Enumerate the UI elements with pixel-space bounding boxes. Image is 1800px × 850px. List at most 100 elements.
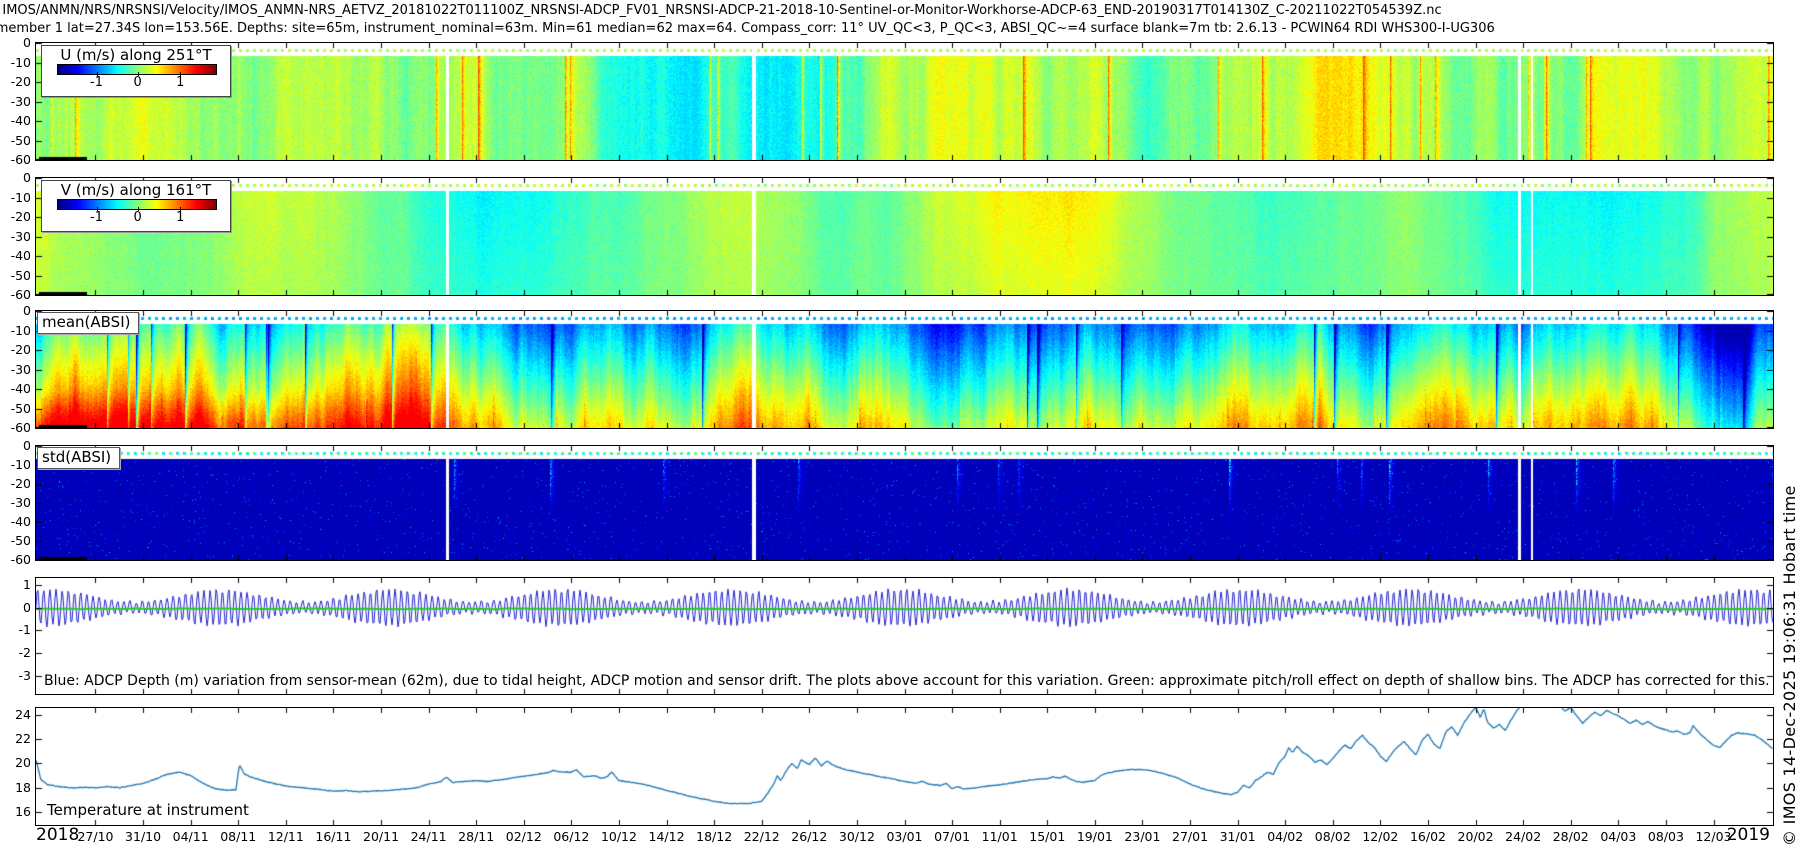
y-tick-label: 24 [15, 706, 31, 722]
x-tick-label: 31/10 [125, 829, 162, 844]
y-tick-label: -20 [10, 74, 31, 89]
y-tick-label: -30 [10, 495, 31, 510]
y-tick-label: -50 [10, 267, 31, 283]
y-tick-label: -10 [10, 189, 31, 205]
y-tick-label: 0 [23, 438, 31, 453]
x-tick-label: 23/01 [1124, 829, 1161, 844]
y-tick-label: 1 [23, 576, 31, 592]
y-tick-label: -40 [10, 113, 31, 128]
x-tick-label: 30/12 [838, 829, 875, 844]
x-tick-label: 20/11 [363, 829, 400, 844]
y-tick-label: -1 [18, 622, 31, 638]
y-tick-label: 18 [15, 779, 31, 795]
x-tick-label: 28/11 [458, 829, 495, 844]
y-tick-label: 0 [23, 599, 31, 615]
y-tick-label: -3 [18, 667, 31, 683]
y-tick-label: 0 [23, 303, 31, 318]
x-tick-label: 12/11 [267, 829, 304, 844]
panel-u-velocity: U (m/s) along 251°T -1 0 1 [35, 42, 1774, 161]
x-tick-label: 02/12 [505, 829, 542, 844]
colorbar-tick-label: -1 [90, 75, 103, 90]
y-tick-label: -30 [10, 228, 31, 244]
temperature-label: Temperature at instrument [47, 801, 249, 819]
y-tick-label: -40 [10, 514, 31, 529]
mean-absi-label: mean(ABSI) [37, 312, 140, 334]
y-tick-label: 20 [15, 755, 31, 771]
std-absi-label: std(ABSI) [37, 447, 121, 469]
x-tick-label: 04/11 [172, 829, 209, 844]
y-tick-label: -60 [10, 152, 31, 167]
x-axis-year-start: 2018 [36, 825, 80, 845]
adcp-deployment-figure: IMOS/ANMN/NRS/NRSNSI/Velocity/IMOS_ANMN-… [0, 0, 1800, 850]
y-tick-label: -60 [10, 287, 31, 302]
x-tick-label: 11/01 [981, 829, 1018, 844]
x-tick-label: 22/12 [743, 829, 780, 844]
y-tick-label: -10 [10, 54, 31, 70]
y-tick-label: -50 [10, 533, 31, 548]
y-tick-label: 0 [23, 35, 31, 50]
x-tick-label: 08/11 [220, 829, 257, 844]
x-tick-label: 24/11 [410, 829, 447, 844]
y-tick-label: -2 [18, 645, 31, 661]
x-tick-label: 16/02 [1409, 829, 1446, 844]
panel-depth-variation: Blue: ADCP Depth (m) variation from sens… [35, 577, 1774, 695]
depth-variation-note: Blue: ADCP Depth (m) variation from sens… [44, 673, 1770, 689]
y-tick-label: -40 [10, 248, 31, 263]
v-legend-title: V (m/s) along 161°T [60, 181, 212, 199]
colorbar-tick-label: 1 [176, 210, 185, 225]
x-axis-year-end: 2019 [1726, 825, 1770, 845]
x-tick-label: 20/02 [1457, 829, 1494, 844]
x-tick-label: 04/03 [1600, 829, 1637, 844]
y-tick-label: -20 [10, 209, 31, 224]
colorbar-tick-label: -1 [90, 210, 103, 225]
x-tick-label: 26/12 [791, 829, 828, 844]
colorbar-tick-label: 0 [133, 210, 142, 225]
y-tick-label: -10 [10, 457, 31, 472]
y-tick-label: -10 [10, 322, 31, 338]
x-tick-label: 08/03 [1647, 829, 1684, 844]
y-tick-label: -30 [10, 361, 31, 377]
x-tick-label: 10/12 [600, 829, 637, 844]
panel-v-velocity: V (m/s) along 161°T -1 0 1 [35, 177, 1774, 296]
x-tick-label: 31/01 [1219, 829, 1256, 844]
y-tick-label: -50 [10, 132, 31, 148]
x-tick-label: 16/11 [315, 829, 352, 844]
v-colorbar: -1 0 1 [57, 199, 217, 227]
mean-absi-heatmap-canvas [36, 311, 1773, 428]
x-tick-label: 06/12 [553, 829, 590, 844]
panel-temperature: Temperature at instrument [35, 707, 1774, 826]
x-tick-label: 19/01 [1076, 829, 1113, 844]
panel-std-absi: std(ABSI) [35, 445, 1774, 561]
y-tick-label: -20 [10, 342, 31, 357]
panel-mean-absi: mean(ABSI) [35, 310, 1774, 429]
figure-subtitle: Deployment 20, member 1 lat=27.34S lon=1… [0, 21, 1495, 36]
y-tick-label: 22 [15, 731, 31, 747]
y-tick-label: -60 [10, 420, 31, 435]
y-tick-label: -30 [10, 93, 31, 109]
temperature-line-canvas [36, 708, 1773, 825]
y-tick-label: 16 [15, 804, 31, 820]
figure-title: IMOS/ANMN/NRS/NRSNSI/Velocity/IMOS_ANMN-… [2, 3, 1442, 18]
x-tick-label: 14/12 [648, 829, 685, 844]
u-velocity-heatmap-canvas [36, 43, 1773, 160]
x-tick-label: 15/01 [1029, 829, 1066, 844]
u-colorbar: -1 0 1 [57, 64, 217, 92]
imos-watermark: © IMOS 14-Dec-2025 19:06:31 Hobart time [1780, 485, 1799, 846]
std-absi-heatmap-canvas [36, 446, 1773, 560]
y-tick-label: -20 [10, 476, 31, 491]
x-tick-label: 24/02 [1505, 829, 1542, 844]
x-tick-label: 27/10 [77, 829, 114, 844]
u-colorbar-legend: U (m/s) along 251°T -1 0 1 [41, 45, 231, 97]
x-tick-label: 04/02 [1267, 829, 1304, 844]
x-tick-label: 08/02 [1314, 829, 1351, 844]
y-tick-label: -50 [10, 400, 31, 416]
x-tick-label: 27/01 [1172, 829, 1209, 844]
y-tick-label: -60 [10, 552, 31, 567]
v-colorbar-legend: V (m/s) along 161°T -1 0 1 [41, 180, 231, 232]
u-legend-title: U (m/s) along 251°T [60, 46, 212, 64]
x-tick-label: 28/02 [1552, 829, 1589, 844]
y-tick-label: 0 [23, 170, 31, 185]
x-tick-label: 07/01 [934, 829, 971, 844]
colorbar-tick-label: 0 [133, 75, 142, 90]
x-tick-label: 12/02 [1362, 829, 1399, 844]
